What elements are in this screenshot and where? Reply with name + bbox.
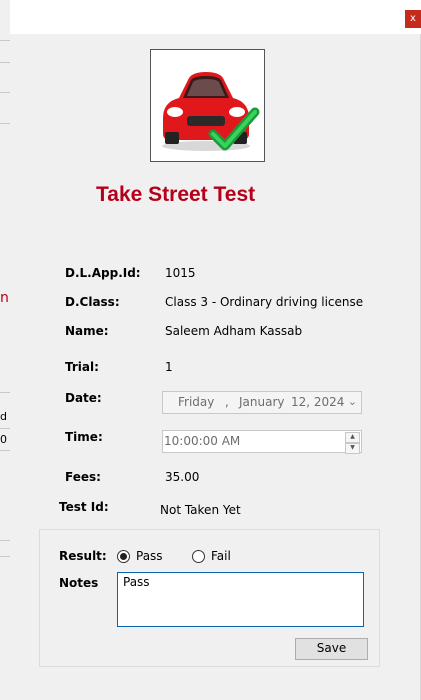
divider: [0, 392, 10, 393]
name-value: Saleem Adham Kassab: [165, 324, 303, 338]
spin-down-icon[interactable]: ▼: [345, 443, 360, 454]
divider: [0, 62, 10, 63]
divider: [0, 92, 10, 93]
time-value[interactable]: 10:00:00 AM: [164, 434, 240, 448]
trial-label: Trial:: [65, 360, 99, 374]
form-title: Take Street Test: [96, 183, 256, 206]
divider: [0, 428, 10, 429]
class-label: D.Class:: [65, 295, 120, 309]
test-picture: [150, 49, 265, 162]
fees-value: 35.00: [165, 470, 200, 484]
time-spinner[interactable]: ▲ ▼: [345, 432, 360, 454]
fees-label: Fees:: [65, 470, 101, 484]
background-text: d: [0, 410, 7, 423]
time-picker[interactable]: 10:00:00 AM ▲ ▼: [162, 430, 362, 454]
spin-up-icon[interactable]: ▲: [345, 432, 360, 443]
fail-radio-label[interactable]: Fail: [211, 549, 231, 563]
test-id-label: Test Id:: [59, 500, 109, 514]
title-bar: x: [10, 0, 421, 34]
close-button[interactable]: x: [405, 10, 421, 28]
result-label: Result:: [59, 549, 107, 563]
chevron-down-icon[interactable]: ⌄: [348, 395, 357, 408]
class-value: Class 3 - Ordinary driving license: [165, 295, 364, 309]
date-month: January: [239, 395, 285, 409]
fail-radio[interactable]: [192, 550, 205, 563]
divider: [0, 540, 10, 541]
pass-radio-label[interactable]: Pass: [136, 549, 163, 563]
radio-selected-dot: [120, 553, 127, 560]
app-id-value: 1015: [165, 266, 196, 280]
divider: [0, 123, 10, 124]
test-id-value: Not Taken Yet: [160, 503, 241, 517]
divider: [0, 40, 10, 41]
notes-label: Notes: [59, 576, 99, 590]
trial-value: 1: [165, 360, 173, 374]
background-text: n: [0, 290, 9, 306]
date-day: Friday: [178, 395, 215, 409]
notes-textarea[interactable]: Pass: [117, 572, 364, 627]
car-check-icon: [162, 72, 260, 151]
divider: [0, 450, 10, 451]
date-picker[interactable]: Friday , January 12, 2024 ⌄: [162, 391, 362, 414]
divider: [0, 556, 10, 557]
save-button[interactable]: Save: [295, 638, 368, 660]
date-label: Date:: [65, 391, 102, 405]
time-label: Time:: [65, 430, 103, 444]
background-window: n d 0: [0, 0, 10, 700]
name-label: Name:: [65, 324, 109, 338]
date-separator: ,: [225, 395, 229, 409]
background-text: 0: [0, 433, 7, 446]
date-day-year: 12, 2024: [291, 395, 345, 409]
pass-radio[interactable]: [117, 550, 130, 563]
app-id-label: D.L.App.Id:: [65, 266, 141, 280]
take-street-test-window: x Take Street Test D.L.App.Id: 1015 D.Cl…: [10, 0, 421, 700]
